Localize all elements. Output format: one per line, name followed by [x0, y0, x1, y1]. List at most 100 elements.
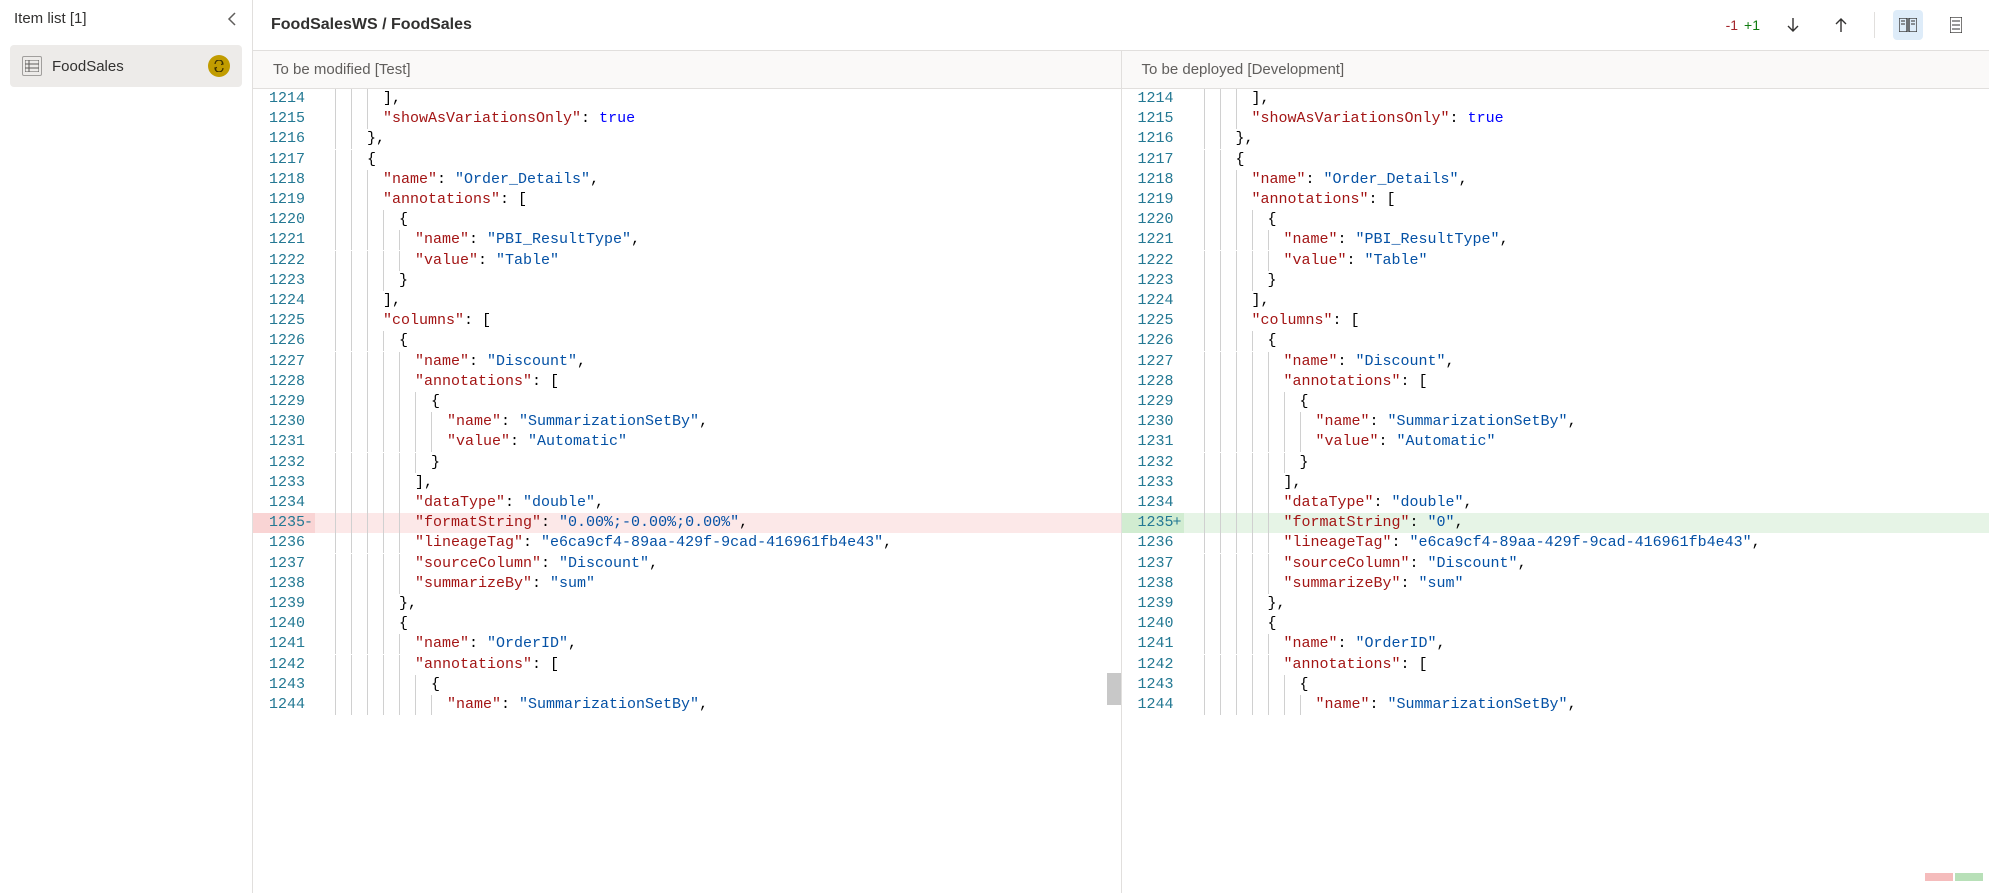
code-line[interactable]: 1242"annotations": [ — [253, 655, 1121, 675]
code-line[interactable]: 1239}, — [253, 594, 1121, 614]
code-line[interactable]: 1214], — [253, 89, 1121, 109]
dataset-icon — [22, 56, 42, 76]
code-line[interactable]: 1221"name": "PBI_ResultType", — [253, 230, 1121, 250]
fold-gutter — [1184, 412, 1204, 432]
code-line[interactable]: 1241"name": "OrderID", — [1122, 634, 1989, 654]
code-line[interactable]: 1221"name": "PBI_ResultType", — [1122, 230, 1989, 250]
code-line[interactable]: 1220{ — [1122, 210, 1989, 230]
code-line[interactable]: 1231"value": "Automatic" — [253, 432, 1121, 452]
code-line[interactable]: 1236"lineageTag": "e6ca9cf4-89aa-429f-9c… — [1122, 533, 1989, 553]
code-line[interactable]: 1216}, — [1122, 129, 1989, 149]
code-content: ], — [335, 473, 1121, 493]
code-content: "annotations": [ — [335, 655, 1121, 675]
code-line[interactable]: 1224], — [1122, 291, 1989, 311]
code-line[interactable]: 1237"sourceColumn": "Discount", — [1122, 554, 1989, 574]
line-number: 1242 — [1122, 655, 1184, 675]
code-line[interactable]: 1219"annotations": [ — [1122, 190, 1989, 210]
line-number: 1244 — [1122, 695, 1184, 715]
code-line[interactable]: 1227"name": "Discount", — [1122, 352, 1989, 372]
code-line[interactable]: 1238"summarizeBy": "sum" — [253, 574, 1121, 594]
code-line[interactable]: 1214], — [1122, 89, 1989, 109]
code-line[interactable]: 1215"showAsVariationsOnly": true — [1122, 109, 1989, 129]
code-line[interactable]: 1236"lineageTag": "e6ca9cf4-89aa-429f-9c… — [253, 533, 1121, 553]
code-line[interactable]: 1226{ — [253, 331, 1121, 351]
code-line[interactable]: 1237"sourceColumn": "Discount", — [253, 554, 1121, 574]
code-line[interactable]: 1228"annotations": [ — [253, 372, 1121, 392]
code-line[interactable]: 1234"dataType": "double", — [1122, 493, 1989, 513]
fold-gutter — [1184, 392, 1204, 412]
sidebar: Item list [1] FoodSales — [0, 0, 253, 893]
main: FoodSalesWS / FoodSales -1 +1 — [253, 0, 1989, 893]
fold-gutter — [1184, 89, 1204, 109]
line-number: 1224 — [253, 291, 315, 311]
code-line[interactable]: 1243{ — [1122, 675, 1989, 695]
code-line[interactable]: 1222"value": "Table" — [1122, 251, 1989, 271]
code-line[interactable]: 1232} — [253, 453, 1121, 473]
code-line[interactable]: 1219"annotations": [ — [253, 190, 1121, 210]
code-line[interactable]: 1216}, — [253, 129, 1121, 149]
code-line[interactable]: 1226{ — [1122, 331, 1989, 351]
code-line[interactable]: 1244 "name": "SummarizationSetBy", — [1122, 695, 1989, 715]
code-content: "name": "SummarizationSetBy", — [1204, 695, 1989, 715]
code-line[interactable]: 1239}, — [1122, 594, 1989, 614]
code-content: "name": "SummarizationSetBy", — [335, 412, 1121, 432]
code-content: } — [335, 453, 1121, 473]
code-line[interactable]: 1235-"formatString": "0.00%;-0.00%;0.00%… — [253, 513, 1121, 533]
code-content: ], — [1204, 291, 1989, 311]
line-number: 1220 — [253, 210, 315, 230]
next-diff-button[interactable] — [1778, 10, 1808, 40]
fold-gutter — [315, 129, 335, 149]
code-content: "name": "OrderID", — [335, 634, 1121, 654]
code-content: ], — [1204, 89, 1989, 109]
code-line[interactable]: 1225"columns": [ — [1122, 311, 1989, 331]
code-line[interactable]: 1230"name": "SummarizationSetBy", — [1122, 412, 1989, 432]
code-line[interactable]: 1233], — [253, 473, 1121, 493]
code-line[interactable]: 1223} — [253, 271, 1121, 291]
side-by-side-view-button[interactable] — [1893, 10, 1923, 40]
collapse-sidebar-button[interactable] — [226, 12, 238, 26]
code-line[interactable]: 1217{ — [1122, 150, 1989, 170]
fold-gutter — [1184, 150, 1204, 170]
fold-gutter — [1184, 372, 1204, 392]
prev-diff-button[interactable] — [1826, 10, 1856, 40]
code-line[interactable]: 1235+"formatString": "0", — [1122, 513, 1989, 533]
code-line[interactable]: 1220{ — [253, 210, 1121, 230]
code-line[interactable]: 1228"annotations": [ — [1122, 372, 1989, 392]
code-line[interactable]: 1240{ — [1122, 614, 1989, 634]
scrollbar-thumb[interactable] — [1107, 673, 1121, 705]
code-line[interactable]: 1229{ — [253, 392, 1121, 412]
code-line[interactable]: 1231"value": "Automatic" — [1122, 432, 1989, 452]
code-line[interactable]: 1238"summarizeBy": "sum" — [1122, 574, 1989, 594]
code-line[interactable]: 1223} — [1122, 271, 1989, 291]
fold-gutter — [1184, 453, 1204, 473]
code-line[interactable]: 1215"showAsVariationsOnly": true — [253, 109, 1121, 129]
code-line[interactable]: 1232} — [1122, 453, 1989, 473]
left-code-pane[interactable]: 1214],1215"showAsVariationsOnly": true12… — [253, 89, 1122, 893]
code-line[interactable]: 1233], — [1122, 473, 1989, 493]
fold-gutter — [315, 675, 335, 695]
inline-view-button[interactable] — [1941, 10, 1971, 40]
code-line[interactable]: 1229{ — [1122, 392, 1989, 412]
code-line[interactable]: 1222"value": "Table" — [253, 251, 1121, 271]
minimap[interactable] — [1919, 861, 1989, 893]
code-line[interactable]: 1242"annotations": [ — [1122, 655, 1989, 675]
code-line[interactable]: 1240{ — [253, 614, 1121, 634]
code-line[interactable]: 1224], — [253, 291, 1121, 311]
fold-gutter — [1184, 109, 1204, 129]
sidebar-item-foodsales[interactable]: FoodSales — [10, 45, 242, 87]
code-line[interactable]: 1218"name": "Order_Details", — [1122, 170, 1989, 190]
code-line[interactable]: 1217{ — [253, 150, 1121, 170]
code-line[interactable]: 1230"name": "SummarizationSetBy", — [253, 412, 1121, 432]
code-line[interactable]: 1227"name": "Discount", — [253, 352, 1121, 372]
separator — [1874, 12, 1875, 38]
code-line[interactable]: 1225"columns": [ — [253, 311, 1121, 331]
code-line[interactable]: 1234"dataType": "double", — [253, 493, 1121, 513]
code-line[interactable]: 1241"name": "OrderID", — [253, 634, 1121, 654]
code-line[interactable]: 1218"name": "Order_Details", — [253, 170, 1121, 190]
right-code-pane[interactable]: 1214],1215"showAsVariationsOnly": true12… — [1122, 89, 1989, 893]
fold-gutter — [1184, 210, 1204, 230]
code-line[interactable]: 1244"name": "SummarizationSetBy", — [253, 695, 1121, 715]
code-line[interactable]: 1243{ — [253, 675, 1121, 695]
code-content: { — [1204, 331, 1989, 351]
left-pane-header: To be modified [Test] — [253, 51, 1122, 88]
